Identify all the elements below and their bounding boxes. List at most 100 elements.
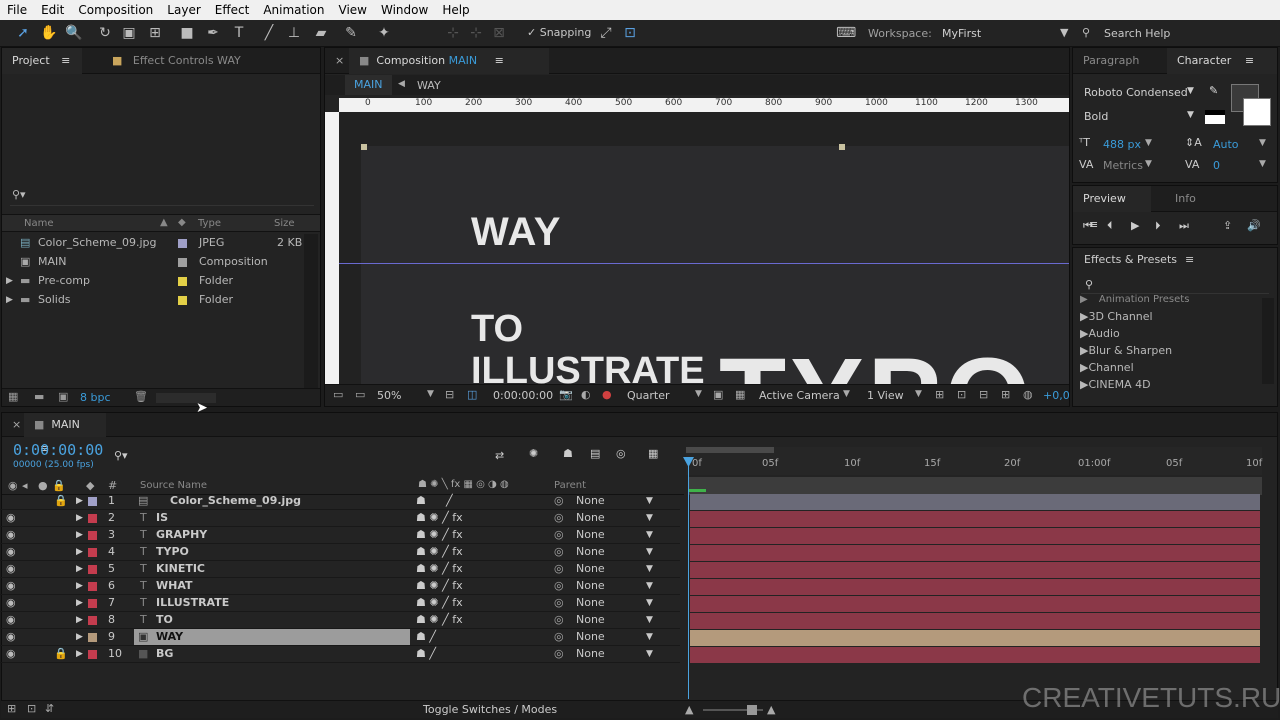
label-swatch[interactable] (178, 277, 187, 286)
label-swatch[interactable] (178, 296, 187, 305)
eye-icon[interactable]: ◉ (6, 579, 16, 592)
views-select[interactable]: 1 View (867, 389, 904, 402)
flowchart-icon[interactable]: ⊞ (1001, 388, 1010, 401)
shy-icon[interactable]: ☗ ✺ ╱ fx (416, 613, 463, 626)
shy-icon[interactable]: ☗ ✺ ╱ fx (416, 528, 463, 541)
shy-icon[interactable]: ☗ ╱ (416, 647, 436, 660)
label-swatch[interactable] (88, 582, 97, 591)
eye-icon[interactable]: ◉ (6, 545, 16, 558)
project-item[interactable]: ▣ MAIN Composition (2, 253, 320, 272)
menu-animation[interactable]: Animation (256, 3, 331, 17)
layer-name[interactable]: WHAT (156, 579, 193, 592)
parent-dropdown-icon[interactable]: ▼ (646, 632, 653, 642)
new-composition-icon[interactable]: ▣ (58, 390, 68, 403)
expand-arrow-icon[interactable]: ▶ (76, 513, 83, 523)
transparency-grid-icon[interactable]: ▦ (735, 388, 745, 401)
label-swatch[interactable] (88, 565, 97, 574)
toggle-switches-modes[interactable]: Toggle Switches / Modes (423, 703, 557, 716)
prev-frame-icon[interactable]: ⏴ (1107, 219, 1113, 233)
menu-composition[interactable]: Composition (71, 3, 160, 17)
pickwhip-icon[interactable]: ◎ (554, 562, 564, 575)
style-dropdown-icon[interactable]: ▼ (1187, 110, 1194, 120)
loop-icon[interactable]: ⇪ (1223, 219, 1232, 232)
layer-bar[interactable] (690, 528, 1260, 544)
hide-shy-icon[interactable]: ☗ (563, 447, 573, 460)
parent-dropdown-icon[interactable]: ▼ (646, 547, 653, 557)
font-style-select[interactable]: Bold (1084, 110, 1108, 123)
tab-timeline-main[interactable]: ■ MAIN ≡ (24, 413, 106, 455)
size-dropdown-icon[interactable]: ▼ (1145, 138, 1152, 148)
workspace-select[interactable]: MyFirst (942, 27, 981, 40)
shy-icon[interactable]: ☗ ✺ ╱ fx (416, 545, 463, 558)
eye-icon[interactable]: ◉ (6, 511, 16, 524)
parent-select[interactable]: None (576, 579, 605, 592)
layer-name[interactable]: GRAPHY (156, 528, 207, 541)
label-swatch[interactable] (88, 514, 97, 523)
audio-icon[interactable]: 🔊 (1247, 219, 1261, 232)
table-row[interactable]: ◉ ▶ 2 T IS ☗ ✺ ╱ fx ◎ None ▼ (0, 510, 680, 527)
parent-select[interactable]: None (576, 596, 605, 609)
pickwhip-icon[interactable]: ◎ (554, 528, 564, 541)
toggle-pixel-icon[interactable]: ⊞ (935, 388, 944, 401)
pickwhip-icon[interactable]: ◎ (554, 511, 564, 524)
audio-switch-icon[interactable]: ◂ (22, 479, 28, 492)
trash-icon[interactable]: 🗑 (134, 390, 148, 403)
label-swatch[interactable] (88, 548, 97, 557)
parent-select[interactable]: None (576, 630, 605, 643)
tab-paragraph[interactable]: Paragraph (1073, 48, 1149, 74)
kerning-dropdown-icon[interactable]: ▼ (1145, 159, 1152, 169)
time-ruler[interactable]: 0f 05f 10f 15f 20f 01:00f 05f 10f (686, 447, 1262, 475)
pickwhip-icon[interactable]: ◎ (554, 545, 564, 558)
menu-view[interactable]: View (332, 3, 374, 17)
label-swatch[interactable] (178, 239, 187, 248)
shy-icon[interactable]: ☗ ✺ ╱ fx (416, 579, 463, 592)
expand-arrow-icon[interactable]: ▶ (6, 295, 13, 305)
menu-help[interactable]: Help (435, 3, 476, 17)
layer-bar[interactable] (690, 647, 1260, 663)
expand-arrow-icon[interactable]: ▶ (76, 547, 83, 557)
quality-icon[interactable]: ╱ (446, 494, 453, 507)
new-folder-icon[interactable]: ▬ (34, 390, 44, 403)
column-name[interactable]: Name (24, 218, 54, 229)
work-area-bar[interactable] (686, 447, 774, 453)
expand-arrow-icon[interactable]: ▶ (6, 276, 13, 286)
label-swatch[interactable] (88, 599, 97, 608)
font-size-value[interactable]: 488 px (1103, 138, 1141, 151)
layer-name[interactable]: KINETIC (156, 562, 205, 575)
pickwhip-icon[interactable]: ◎ (554, 494, 564, 507)
layer-switches-icon[interactable]: ⊞ (7, 702, 16, 715)
expand-arrow-icon[interactable]: ▶ (76, 496, 83, 506)
layer-bar[interactable] (690, 596, 1260, 612)
axis-view-icon[interactable]: ⊠ (490, 24, 508, 42)
project-item[interactable]: ▤ Color_Scheme_09.jpg JPEG 2 KB ⊞ (2, 234, 320, 253)
effects-title[interactable]: Effects & Presets (1084, 253, 1177, 266)
project-item[interactable]: ▶ ▬ Solids Folder (2, 291, 320, 310)
parent-select[interactable]: None (576, 511, 605, 524)
table-row[interactable]: ◉ ▶ 3 T GRAPHY ☗ ✺ ╱ fx ◎ None ▼ (0, 527, 680, 544)
tab-effect-controls[interactable]: ■ Effect Controls WAY (102, 48, 251, 74)
expand-arrow-icon[interactable]: ▶ (76, 632, 83, 642)
parent-dropdown-icon[interactable]: ▼ (646, 615, 653, 625)
expand-arrow-icon[interactable]: ▶ (76, 598, 83, 608)
workspace-dropdown-icon[interactable]: ▼ (1060, 26, 1068, 39)
tab-character[interactable]: Character ≡ (1167, 48, 1277, 74)
camera-select[interactable]: Active Camera (759, 389, 840, 402)
text-way[interactable]: WAY (471, 210, 561, 255)
layer-handle[interactable] (361, 144, 367, 150)
snapping-checkbox[interactable]: ✓ Snapping (527, 26, 591, 39)
label-tag-icon[interactable]: ◆ (178, 217, 186, 228)
parent-dropdown-icon[interactable]: ▼ (646, 530, 653, 540)
project-search-input[interactable] (10, 188, 314, 206)
parent-dropdown-icon[interactable]: ▼ (646, 513, 653, 523)
eye-icon[interactable]: ◉ (6, 596, 16, 609)
effect-category[interactable]: ▶Blur & Sharpen (1080, 344, 1172, 357)
transfer-controls-icon[interactable]: ⊡ (27, 702, 36, 715)
layer-bar[interactable] (690, 613, 1260, 629)
shy-icon[interactable]: ☗ ✺ ╱ fx (416, 511, 463, 524)
parent-dropdown-icon[interactable]: ▼ (646, 564, 653, 574)
close-icon[interactable]: × (335, 54, 344, 67)
effects-search-input[interactable] (1081, 276, 1269, 294)
layer-bar[interactable] (690, 579, 1260, 595)
table-row[interactable]: ◉ ▶ 6 T WHAT ☗ ✺ ╱ fx ◎ None ▼ (0, 578, 680, 595)
expand-arrow-icon[interactable]: ▶ (76, 581, 83, 591)
